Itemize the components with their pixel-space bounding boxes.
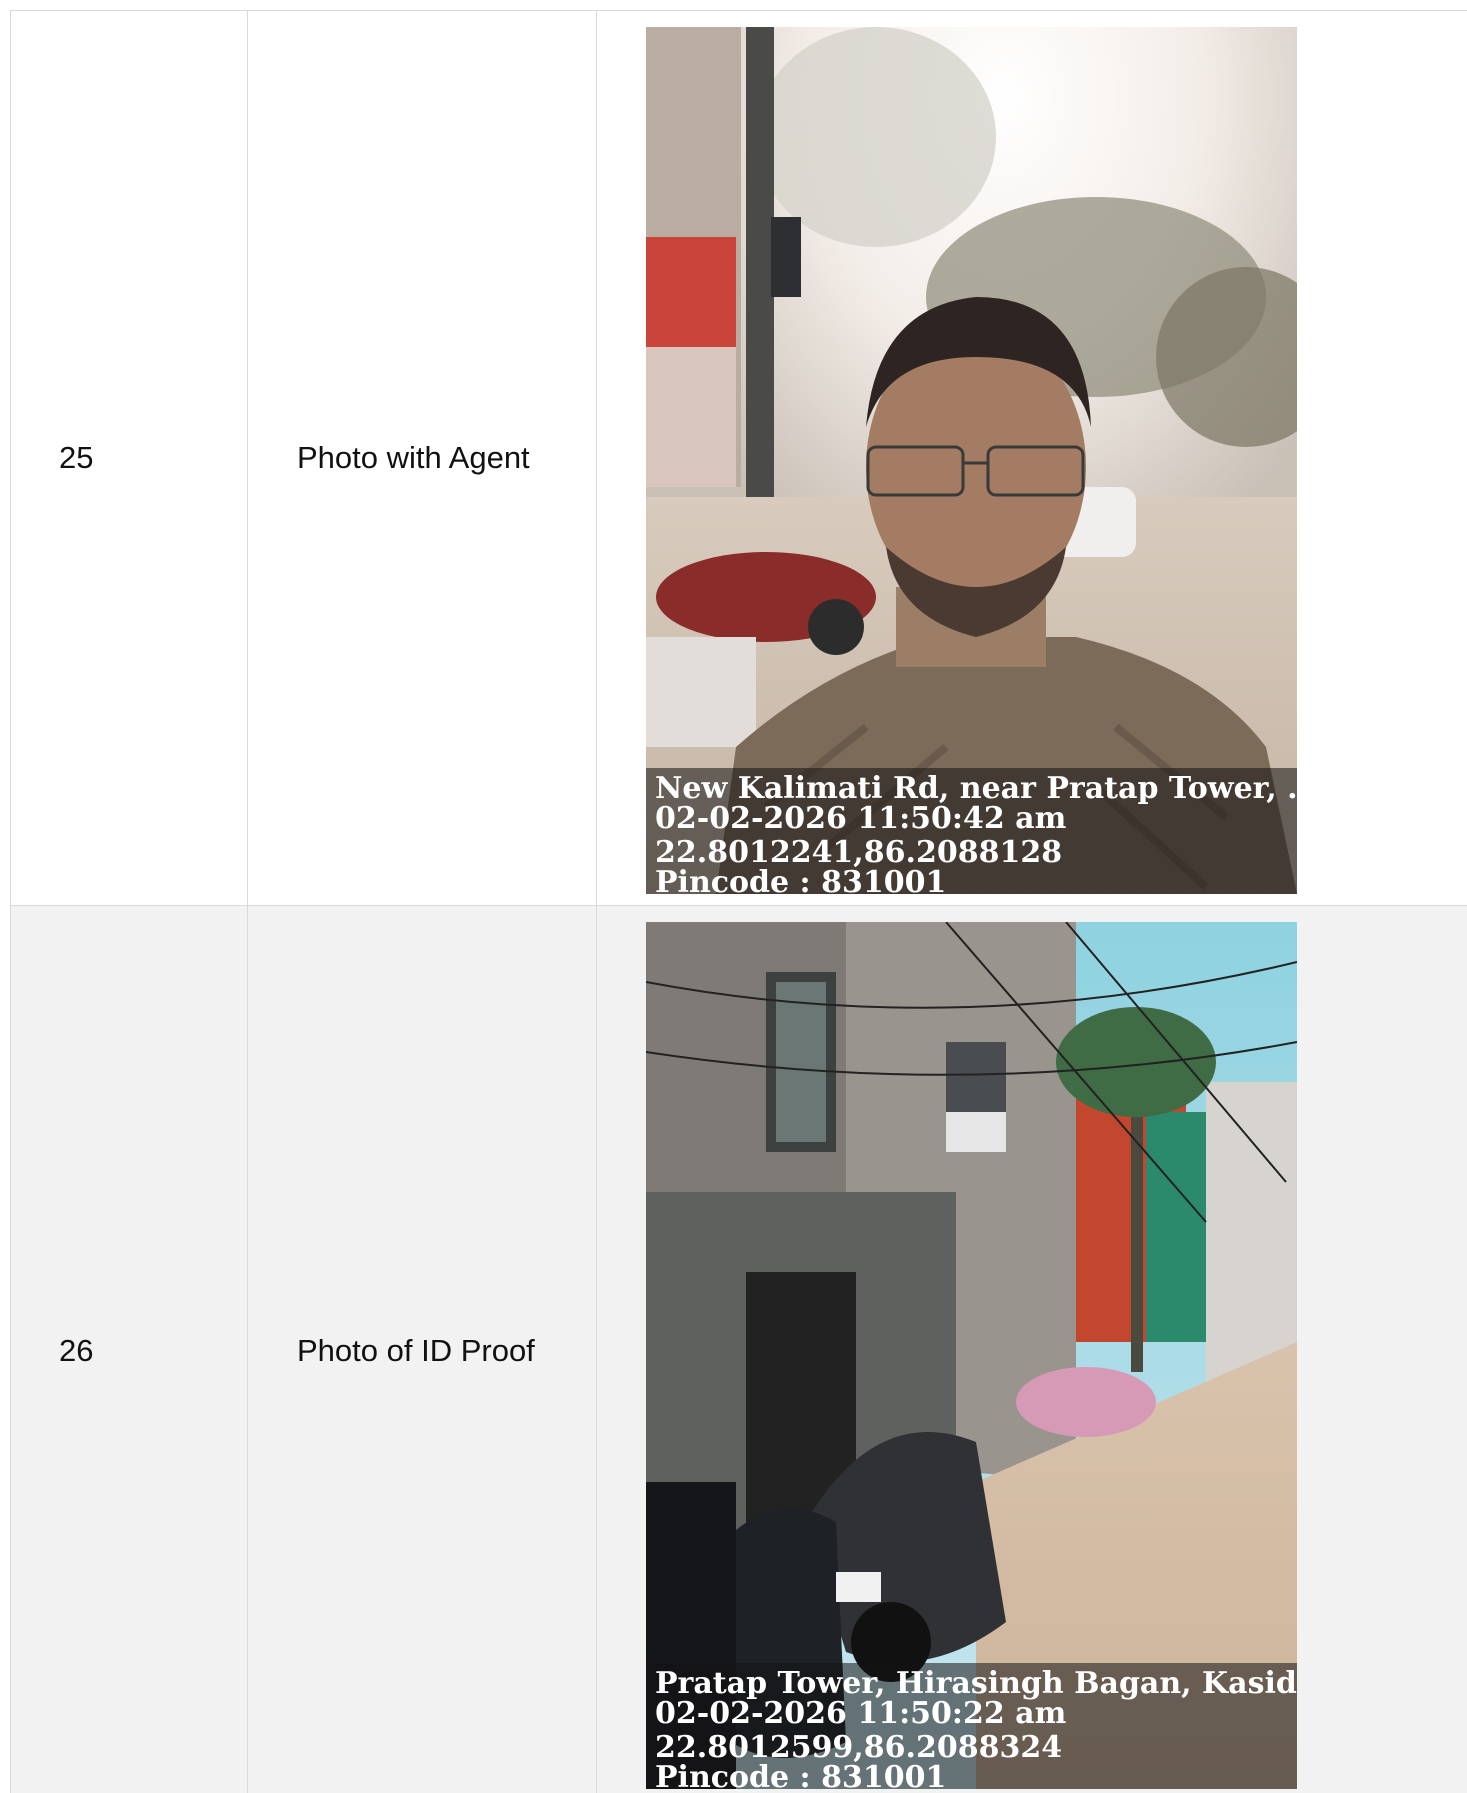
caption-datetime: 02-02-2026 11:50:22 am [655,1696,1067,1731]
photo-table: 25 Photo with Agent New Kalimati Rd, nea… [10,10,1467,1793]
caption-address: Pratap Tower, Hirasingh Bagan, Kasidih, … [655,1666,1297,1701]
row-number: 26 [11,906,248,1793]
street-photo[interactable]: Pratap Tower, Hirasingh Bagan, Kasidih, … [646,922,1297,1789]
selfie-image [646,27,1297,894]
table-row: 25 Photo with Agent New Kalimati Rd, nea… [11,11,1467,906]
photo-cell: New Kalimati Rd, near Pratap Tower, ... … [597,11,1467,905]
caption-coordinates: 22.8012599,86.2088324 [655,1730,1063,1765]
street-image [646,922,1297,1789]
photo-caption: New Kalimati Rd, near Pratap Tower, ... … [646,768,1297,894]
table-row: 26 Photo of ID Proof Pratap Tower, Hiras… [11,906,1467,1793]
row-label: Photo with Agent [248,11,597,905]
caption-address: New Kalimati Rd, near Pratap Tower, ... [655,771,1297,806]
selfie-photo[interactable]: New Kalimati Rd, near Pratap Tower, ... … [646,27,1297,894]
caption-pincode: Pincode : 831001 [655,1760,947,1790]
row-label: Photo of ID Proof [248,906,597,1793]
row-number: 25 [11,11,248,905]
caption-datetime: 02-02-2026 11:50:42 am [655,801,1067,836]
photo-cell: Pratap Tower, Hirasingh Bagan, Kasidih, … [597,906,1467,1793]
caption-pincode: Pincode : 831001 [655,865,947,895]
photo-caption: Pratap Tower, Hirasingh Bagan, Kasidih, … [646,1663,1297,1789]
caption-coordinates: 22.8012241,86.2088128 [655,835,1063,870]
